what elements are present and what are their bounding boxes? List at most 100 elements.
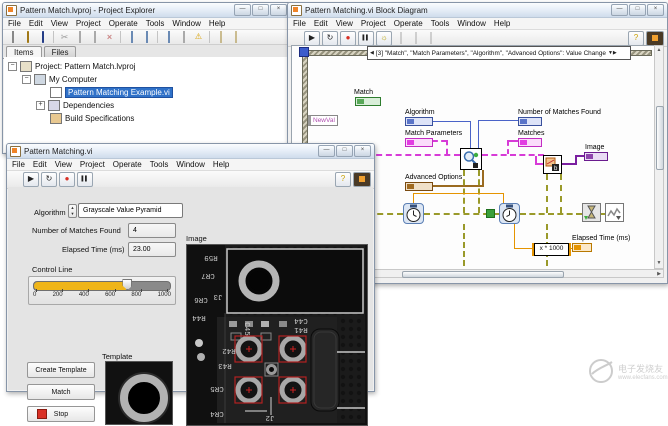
collapse-icon[interactable]: − bbox=[22, 75, 31, 84]
restore-button[interactable]: □ bbox=[336, 145, 353, 157]
delete-icon[interactable]: × bbox=[103, 31, 116, 43]
labview-logo-button[interactable] bbox=[353, 172, 371, 187]
menu-project[interactable]: Project bbox=[76, 19, 101, 28]
tick-count-node-2[interactable] bbox=[499, 203, 520, 224]
restore-button[interactable]: □ bbox=[629, 4, 646, 16]
menu-window[interactable]: Window bbox=[176, 160, 204, 169]
step-over-icon[interactable] bbox=[424, 32, 437, 44]
menu-tools[interactable]: Tools bbox=[431, 19, 450, 28]
close-button[interactable]: × bbox=[647, 4, 664, 16]
previous-case-icon[interactable]: ◀ bbox=[370, 50, 374, 56]
window-dropdown-icon[interactable] bbox=[162, 31, 175, 43]
menu-view[interactable]: View bbox=[336, 19, 353, 28]
restore-button[interactable]: □ bbox=[252, 4, 269, 16]
abort-button[interactable]: ● bbox=[340, 31, 356, 46]
menu-project[interactable]: Project bbox=[80, 160, 105, 169]
menu-project[interactable]: Project bbox=[361, 19, 386, 28]
menu-edit[interactable]: Edit bbox=[29, 19, 43, 28]
menu-view[interactable]: View bbox=[55, 160, 72, 169]
tree-item-my-computer[interactable]: − My Computer bbox=[22, 73, 97, 85]
image-display[interactable]: R59 CR7 J3 CR6 R44 C45 C44 R41 R42 R43 C… bbox=[186, 244, 368, 426]
new-file-icon[interactable] bbox=[6, 31, 19, 43]
extra-icon-1[interactable] bbox=[214, 31, 227, 43]
menu-file[interactable]: File bbox=[293, 19, 306, 28]
project-explorer-titlebar[interactable]: Pattern Match.lvproj - Project Explorer … bbox=[3, 3, 290, 18]
run-continuous-button[interactable]: ↻ bbox=[322, 31, 338, 46]
wait-hourglass-node[interactable] bbox=[582, 203, 601, 222]
scroll-down-icon[interactable]: ▼ bbox=[655, 260, 663, 267]
cut-icon[interactable]: ✂ bbox=[58, 31, 71, 43]
menu-help[interactable]: Help bbox=[494, 19, 510, 28]
extra-icon-2[interactable] bbox=[229, 31, 242, 43]
open-folder-icon[interactable] bbox=[21, 31, 34, 43]
run-button[interactable]: ▶ bbox=[304, 31, 320, 46]
menu-operate[interactable]: Operate bbox=[394, 19, 423, 28]
event-case-selector[interactable]: ◀ [3] "Match", "Match Parameters", "Algo… bbox=[367, 46, 631, 60]
multiply-1000-node[interactable]: x * 1000 bbox=[534, 243, 569, 256]
step-into-icon[interactable] bbox=[409, 32, 422, 44]
minimize-button[interactable]: — bbox=[234, 4, 251, 16]
tree-item-pattern-matching-vi[interactable]: Pattern Matching Example.vi bbox=[50, 86, 173, 98]
menu-edit[interactable]: Edit bbox=[314, 19, 328, 28]
menu-tools[interactable]: Tools bbox=[150, 160, 169, 169]
paste-icon[interactable] bbox=[88, 31, 101, 43]
labview-logo-button[interactable] bbox=[646, 31, 664, 46]
algorithm-terminal[interactable] bbox=[405, 117, 433, 126]
copy-icon[interactable] bbox=[73, 31, 86, 43]
newval-event-data-node[interactable]: NewVal bbox=[308, 115, 338, 126]
menu-tools[interactable]: Tools bbox=[146, 19, 165, 28]
tree-item-build-specifications[interactable]: Build Specifications bbox=[50, 112, 134, 124]
match-terminal[interactable] bbox=[355, 97, 381, 106]
tools-icon[interactable] bbox=[177, 31, 190, 43]
minimize-button[interactable]: — bbox=[318, 145, 335, 157]
sync-icon[interactable] bbox=[140, 31, 153, 43]
menu-view[interactable]: View bbox=[51, 19, 68, 28]
number-of-matches-terminal[interactable] bbox=[518, 117, 542, 126]
match-parameters-terminal[interactable] bbox=[405, 138, 433, 147]
expand-icon[interactable]: + bbox=[36, 101, 45, 110]
event-timeout-icon[interactable] bbox=[299, 47, 309, 57]
iteration-terminal[interactable] bbox=[486, 209, 495, 218]
advanced-options-terminal[interactable] bbox=[405, 182, 433, 191]
pause-button[interactable]: ▌▌ bbox=[358, 31, 374, 46]
menu-edit[interactable]: Edit bbox=[33, 160, 47, 169]
save-icon[interactable] bbox=[36, 31, 49, 43]
scroll-right-icon[interactable]: ▶ bbox=[655, 271, 663, 278]
error-cluster-node[interactable] bbox=[605, 203, 624, 222]
pause-button[interactable]: ▌▌ bbox=[77, 172, 93, 187]
run-button[interactable]: ▶ bbox=[23, 172, 39, 187]
block-diagram-titlebar[interactable]: Pattern Matching.vi Block Diagram — □ × bbox=[288, 3, 667, 18]
scroll-up-icon[interactable]: ▲ bbox=[655, 47, 663, 54]
close-button[interactable]: × bbox=[270, 4, 287, 16]
vertical-scrollbar-thumb[interactable] bbox=[656, 106, 664, 170]
tree-item-dependencies[interactable]: + Dependencies bbox=[36, 99, 114, 111]
tick-count-node-1[interactable] bbox=[403, 203, 424, 224]
context-help-button[interactable]: ? bbox=[335, 172, 351, 187]
menu-file[interactable]: File bbox=[12, 160, 25, 169]
match-button[interactable]: Match bbox=[27, 384, 95, 400]
highlight-execution-button[interactable]: ☼ bbox=[376, 31, 392, 46]
run-continuous-button[interactable]: ↻ bbox=[41, 172, 57, 187]
minimize-button[interactable]: — bbox=[611, 4, 628, 16]
menu-file[interactable]: File bbox=[8, 19, 21, 28]
menu-help[interactable]: Help bbox=[209, 19, 225, 28]
tree-item-project-root[interactable]: − Project: Pattern Match.lvproj bbox=[8, 60, 135, 72]
abort-button[interactable]: ● bbox=[59, 172, 75, 187]
retain-wire-values-icon[interactable] bbox=[394, 32, 407, 44]
control-line-slider[interactable]: 0 200 400 600 800 1000 bbox=[28, 276, 176, 305]
horizontal-scrollbar-thumb[interactable] bbox=[402, 271, 564, 278]
match-pattern-node[interactable] bbox=[460, 148, 482, 170]
algorithm-spinner[interactable]: ▲ ▼ bbox=[68, 204, 77, 218]
image-terminal[interactable] bbox=[584, 152, 608, 161]
create-template-button[interactable]: Create Template bbox=[27, 362, 95, 378]
menu-operate[interactable]: Operate bbox=[109, 19, 138, 28]
algorithm-ring-control[interactable]: Grayscale Value Pyramid bbox=[78, 203, 183, 218]
context-help-button[interactable]: ? bbox=[628, 31, 644, 46]
elapsed-time-terminal[interactable] bbox=[572, 243, 592, 252]
menu-window[interactable]: Window bbox=[172, 19, 200, 28]
menu-operate[interactable]: Operate bbox=[113, 160, 142, 169]
close-button[interactable]: × bbox=[354, 145, 371, 157]
overlay-node[interactable]: b bbox=[543, 155, 562, 174]
stop-button[interactable]: Stop bbox=[27, 406, 95, 422]
collapse-icon[interactable]: − bbox=[8, 62, 17, 71]
